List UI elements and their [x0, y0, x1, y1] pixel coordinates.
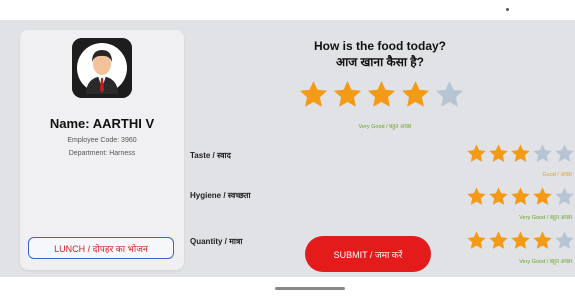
hygiene-rating-stars[interactable] [466, 186, 575, 208]
quantity-label: Quantity / मात्रा [190, 237, 243, 246]
hygiene-star-3-icon[interactable] [510, 186, 531, 207]
quantity-star-3-icon[interactable] [510, 230, 531, 251]
overall-star-4-icon[interactable] [400, 79, 431, 110]
hygiene-star-1-icon[interactable] [466, 186, 487, 207]
status-bar [0, 0, 575, 20]
taste-rating-stars[interactable] [466, 143, 575, 165]
overall-star-2-icon[interactable] [332, 79, 363, 110]
hygiene-star-4-icon[interactable] [532, 186, 553, 207]
hygiene-label: Hygiene / स्वच्छता [190, 191, 251, 200]
person-avatar-icon [72, 38, 132, 98]
home-handle[interactable] [275, 287, 345, 290]
employee-code: Employee Code: 3960 [67, 137, 137, 144]
taste-star-2-icon[interactable] [488, 143, 509, 164]
taste-rating-caption: Good / अच्छा [542, 172, 572, 178]
hygiene-star-5-icon[interactable] [554, 186, 575, 207]
taste-star-1-icon[interactable] [466, 143, 487, 164]
employee-name: Name: AARTHI V [49, 116, 155, 131]
taste-star-4-icon[interactable] [532, 143, 553, 164]
quantity-rating-caption: Very Good / बहुत अच्छा [519, 259, 572, 265]
status-indicator-icon [506, 8, 509, 11]
overall-star-1-icon[interactable] [298, 79, 329, 110]
employee-department: Department: Harness [68, 150, 136, 157]
meal-type-button[interactable]: LUNCH / दोपहर का भोजन [28, 237, 174, 259]
taste-label: Taste / स्वाद [190, 151, 231, 160]
overall-star-3-icon[interactable] [366, 79, 397, 110]
quantity-star-2-icon[interactable] [488, 230, 509, 251]
quantity-star-1-icon[interactable] [466, 230, 487, 251]
question-title-hindi: आज खाना कैसा है? [335, 55, 424, 69]
question-title: How is the food today? [314, 39, 446, 53]
quantity-star-4-icon[interactable] [532, 230, 553, 251]
submit-button[interactable]: SUBMIT / जमा करें [305, 236, 431, 272]
quantity-rating-stars[interactable] [466, 230, 575, 252]
overall-rating-caption: Very Good / बहुत अच्छा [358, 124, 412, 130]
overall-rating-stars[interactable] [298, 79, 465, 117]
quantity-star-5-icon[interactable] [554, 230, 575, 251]
hygiene-rating-caption: Very Good / बहुत अच्छा [519, 215, 572, 221]
profile-card: Name: AARTHI V Employee Code: 3960 Depar… [20, 30, 184, 270]
taste-star-5-icon[interactable] [554, 143, 575, 164]
overall-star-5-icon[interactable] [434, 79, 465, 110]
navigation-bar [0, 277, 575, 297]
hygiene-star-2-icon[interactable] [488, 186, 509, 207]
taste-star-3-icon[interactable] [510, 143, 531, 164]
